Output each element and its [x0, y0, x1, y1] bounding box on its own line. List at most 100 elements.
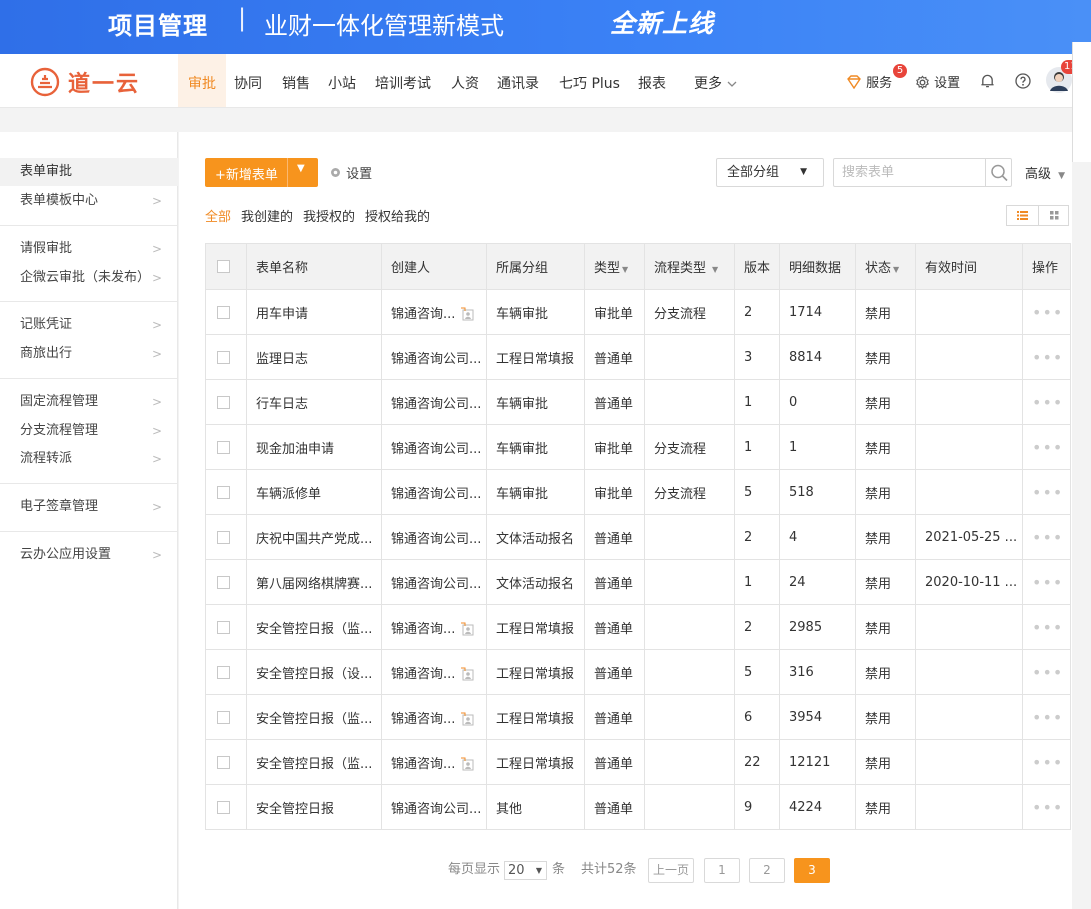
filter-tab-mine[interactable]: 我创建的 — [241, 210, 293, 225]
more-actions-icon[interactable]: ••• — [1032, 663, 1063, 682]
service-button[interactable]: 服务 5 — [846, 64, 907, 91]
nav-item-site[interactable]: 小站 — [328, 73, 356, 93]
person-card-icon[interactable] — [460, 307, 475, 321]
more-actions-icon[interactable]: ••• — [1032, 573, 1063, 592]
nav-item-sales[interactable]: 销售 — [282, 73, 310, 93]
select-all-checkbox[interactable] — [217, 260, 230, 273]
filter-tab-granted[interactable]: 授权给我的 — [365, 210, 430, 225]
cell-form-name[interactable]: 车辆派修单 — [246, 469, 382, 515]
row-checkbox[interactable] — [217, 575, 230, 589]
form-settings-button[interactable]: 设置 — [329, 163, 372, 182]
cell-form-name[interactable]: 安全管控日报 — [246, 784, 382, 830]
more-actions-icon[interactable]: ••• — [1032, 483, 1063, 502]
nav-item-more[interactable]: 更多 — [694, 73, 737, 93]
caret-down-icon[interactable]: ▼ — [297, 163, 305, 174]
col-header-type[interactable]: 类型 ▼ — [584, 243, 645, 290]
filter-tab-authorized[interactable]: 我授权的 — [303, 210, 355, 225]
add-form-button[interactable]: +新增表单 ▼ — [205, 158, 318, 187]
cell-form-name[interactable]: 行车日志 — [246, 379, 382, 425]
search-button[interactable] — [985, 159, 1011, 186]
advanced-filter-button[interactable]: 高级 ▼ — [1025, 163, 1065, 182]
row-checkbox[interactable] — [217, 755, 230, 769]
more-actions-icon[interactable]: ••• — [1032, 753, 1063, 772]
more-actions-icon[interactable]: ••• — [1032, 393, 1063, 412]
sidebar-item-app-settings[interactable]: 云办公应用设置 > — [0, 541, 178, 569]
table-row[interactable]: 监理日志 锦通咨询公司... 工程日常填报 普通单 3 8814 禁用 ••• — [205, 334, 1071, 380]
nav-item-reports[interactable]: 报表 — [638, 73, 666, 93]
row-checkbox[interactable] — [217, 665, 230, 679]
row-checkbox[interactable] — [217, 440, 230, 454]
col-header-status[interactable]: 状态 ▼ — [855, 243, 916, 290]
app-logo[interactable]: 道一云 — [30, 66, 140, 98]
col-header-flow-type[interactable]: 流程类型 ▼ — [644, 243, 735, 290]
person-card-icon[interactable] — [460, 622, 475, 636]
more-actions-icon[interactable]: ••• — [1032, 528, 1063, 547]
sidebar-item-esign[interactable]: 电子签章管理 > — [0, 493, 178, 521]
settings-button[interactable]: 设置 — [915, 72, 960, 91]
promo-banner[interactable]: 项目管理 | 业财一体化管理新模式 全新上线 — [0, 0, 1091, 54]
row-checkbox[interactable] — [217, 350, 230, 364]
sidebar-item-voucher[interactable]: 记账凭证 > — [0, 311, 178, 339]
help-button[interactable] — [1015, 73, 1031, 93]
more-actions-icon[interactable]: ••• — [1032, 798, 1063, 817]
group-select[interactable]: 全部分组 ▼ — [716, 158, 824, 187]
table-row[interactable]: 车辆派修单 锦通咨询公司... 车辆审批 审批单 分支流程 5 518 禁用 ••• — [205, 469, 1071, 515]
prev-page-button[interactable]: 上一页 — [648, 858, 694, 883]
table-row[interactable]: 安全管控日报（监... 锦通咨询... 工程日常填报 普通单 22 12121 禁用 ••• — [205, 739, 1071, 785]
cell-form-name[interactable]: 安全管控日报（监... — [246, 604, 382, 650]
row-checkbox[interactable] — [217, 620, 230, 634]
list-view-button[interactable] — [1007, 206, 1038, 225]
person-card-icon[interactable] — [460, 667, 475, 681]
table-row[interactable]: 安全管控日报（监... 锦通咨询... 工程日常填报 普通单 6 3954 禁用 ••• — [205, 694, 1071, 740]
table-row[interactable]: 用车申请 锦通咨询... 车辆审批 审批单 分支流程 2 1714 禁用 ••• — [205, 289, 1071, 335]
sidebar-item-fixed-flow[interactable]: 固定流程管理 > — [0, 388, 178, 416]
cell-form-name[interactable]: 安全管控日报（监... — [246, 739, 382, 785]
cell-form-name[interactable]: 庆祝中国共产党成... — [246, 514, 382, 560]
nav-item-collab[interactable]: 协同 — [234, 73, 262, 93]
person-card-icon[interactable] — [460, 757, 475, 771]
sidebar-item-flow-transfer[interactable]: 流程转派 > — [0, 445, 178, 473]
sidebar-item-leave[interactable]: 请假审批 > — [0, 235, 178, 263]
per-page-select[interactable]: 20 ▼ — [504, 861, 547, 880]
sidebar-item-wecom-approval[interactable]: 企微云审批（未发布） > — [0, 264, 178, 292]
cell-form-name[interactable]: 监理日志 — [246, 334, 382, 380]
row-checkbox[interactable] — [217, 800, 230, 814]
table-row[interactable]: 安全管控日报 锦通咨询公司... 其他 普通单 9 4224 禁用 ••• — [205, 784, 1071, 830]
nav-item-contacts[interactable]: 通讯录 — [497, 73, 539, 93]
table-row[interactable]: 第八届网络棋牌赛... 锦通咨询公司... 文体活动报名 普通单 1 24 禁用 2020-1… — [205, 559, 1071, 605]
table-row[interactable]: 现金加油申请 锦通咨询公司... 车辆审批 审批单 分支流程 1 1 禁用 ••• — [205, 424, 1071, 470]
cell-form-name[interactable]: 第八届网络棋牌赛... — [246, 559, 382, 605]
more-actions-icon[interactable]: ••• — [1032, 618, 1063, 637]
table-row[interactable]: 安全管控日报（监... 锦通咨询... 工程日常填报 普通单 2 2985 禁用 ••• — [205, 604, 1071, 650]
more-actions-icon[interactable]: ••• — [1032, 708, 1063, 727]
table-row[interactable]: 安全管控日报（设... 锦通咨询... 工程日常填报 普通单 5 316 禁用 ••• — [205, 649, 1071, 695]
cell-form-name[interactable]: 现金加油申请 — [246, 424, 382, 470]
user-avatar[interactable]: 11 — [1046, 60, 1080, 97]
sidebar-item-template-center[interactable]: 表单模板中心 > — [0, 187, 178, 215]
nav-item-hr[interactable]: 人资 — [451, 73, 479, 93]
row-checkbox[interactable] — [217, 530, 230, 544]
more-actions-icon[interactable]: ••• — [1032, 303, 1063, 322]
page-button-2[interactable]: 2 — [749, 858, 785, 883]
notifications-button[interactable] — [980, 73, 995, 93]
row-checkbox[interactable] — [217, 710, 230, 724]
person-card-icon[interactable] — [460, 712, 475, 726]
nav-item-training[interactable]: 培训考试 — [375, 73, 431, 93]
grid-view-button[interactable] — [1038, 206, 1069, 225]
nav-item-qiqiao[interactable]: 七巧 Plus — [559, 73, 620, 93]
page-button-3[interactable]: 3 — [794, 858, 830, 883]
cell-form-name[interactable]: 安全管控日报（设... — [246, 649, 382, 695]
sidebar-item-form-approval[interactable]: 表单审批 — [0, 158, 178, 186]
page-button-1[interactable]: 1 — [704, 858, 740, 883]
table-row[interactable]: 庆祝中国共产党成... 锦通咨询公司... 文体活动报名 普通单 2 4 禁用 2021-05… — [205, 514, 1071, 560]
filter-tab-all[interactable]: 全部 — [205, 210, 231, 225]
sidebar-item-travel[interactable]: 商旅出行 > — [0, 340, 178, 368]
cell-form-name[interactable]: 用车申请 — [246, 289, 382, 335]
search-input[interactable] — [834, 159, 984, 186]
nav-item-approval[interactable]: 审批 — [188, 73, 216, 93]
more-actions-icon[interactable]: ••• — [1032, 348, 1063, 367]
row-checkbox[interactable] — [217, 485, 230, 499]
row-checkbox[interactable] — [217, 305, 230, 319]
sidebar-item-branch-flow[interactable]: 分支流程管理 > — [0, 417, 178, 445]
row-checkbox[interactable] — [217, 395, 230, 409]
